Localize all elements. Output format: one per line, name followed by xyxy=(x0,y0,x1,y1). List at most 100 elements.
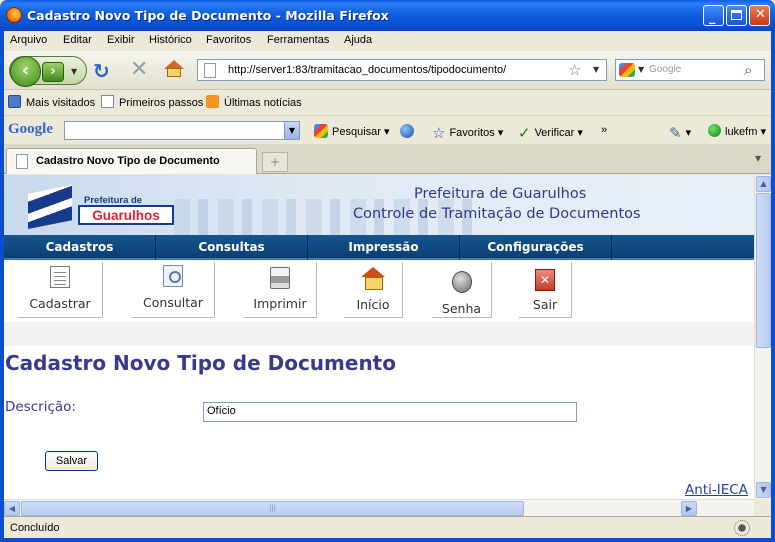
scroll-right-icon[interactable]: ▶ xyxy=(681,501,697,516)
google-more-button[interactable]: » xyxy=(601,124,607,136)
google-globe-button[interactable] xyxy=(400,124,418,138)
user-menu[interactable]: lukefm ▾ xyxy=(708,124,766,138)
page-icon xyxy=(204,63,216,78)
url-dropdown-icon[interactable]: ▼ xyxy=(593,65,599,74)
bookmark-star-icon[interactable]: ☆ xyxy=(568,61,581,79)
menu-historico[interactable]: Histórico xyxy=(149,34,192,46)
bookmarks-toolbar: Mais visitados Primeiros passos Últimas … xyxy=(4,91,771,114)
google-search-button[interactable]: Pesquisar ▾ xyxy=(314,124,390,138)
anti-ieca-link[interactable]: Anti-IECA xyxy=(685,482,748,498)
minimize-icon: _ xyxy=(709,10,716,25)
scroll-up-icon[interactable]: ▲ xyxy=(756,176,771,192)
menu-exibir[interactable]: Exibir xyxy=(107,34,135,46)
wrench-icon: ✎ xyxy=(669,125,682,142)
page-icon xyxy=(16,154,28,169)
tab-title: Cadastro Novo Tipo de Documento xyxy=(36,155,220,167)
vertical-scroll-thumb[interactable] xyxy=(756,193,771,348)
vertical-scrollbar[interactable]: ▲ ▼ xyxy=(754,175,771,499)
firebug-icon[interactable] xyxy=(734,520,750,536)
minimize-button[interactable]: _ xyxy=(703,5,724,26)
bookmark-primeiros-passos[interactable]: Primeiros passos xyxy=(101,95,203,109)
menu-ferramentas[interactable]: Ferramentas xyxy=(267,34,329,46)
bookmark-ultimas-noticias[interactable]: Últimas notícias xyxy=(206,95,302,109)
menu-editar[interactable]: Editar xyxy=(63,34,92,46)
stop-icon[interactable]: ✕ xyxy=(130,57,148,82)
prefeitura-logo: Prefeitura de Guarulhos xyxy=(28,185,176,231)
search-icon xyxy=(163,265,183,287)
google-logo: Google xyxy=(8,121,53,137)
app-menu-impressao[interactable]: Impressão xyxy=(308,235,460,260)
app-menu-configuracoes[interactable]: Configurações xyxy=(460,235,612,260)
forward-button[interactable]: › xyxy=(42,62,64,82)
google-favorites-button[interactable]: ☆ Favoritos ▾ xyxy=(432,124,503,142)
user-status-icon xyxy=(708,124,721,137)
app-menu-cadastros[interactable]: Cadastros xyxy=(4,235,156,260)
site-banner: Prefeitura de Guarulhos Prefeitura de Gu… xyxy=(4,175,754,235)
history-dropdown-icon[interactable]: ▼ xyxy=(71,67,77,76)
lock-icon xyxy=(451,271,472,293)
consultar-button[interactable]: Consultar xyxy=(132,262,215,318)
tab-cadastro[interactable]: Cadastro Novo Tipo de Documento xyxy=(6,148,257,174)
cadastrar-button[interactable]: Cadastrar xyxy=(18,262,103,318)
horizontal-scroll-thumb[interactable]: ||| xyxy=(21,501,524,516)
maximize-button[interactable] xyxy=(726,5,747,26)
app-menu-consultas[interactable]: Consultas xyxy=(156,235,308,260)
close-button[interactable]: ✕ xyxy=(749,5,770,26)
address-url[interactable]: http://server1:83/tramitacao_documentos/… xyxy=(228,64,506,76)
star-icon: ☆ xyxy=(432,125,446,142)
printer-icon xyxy=(270,267,290,289)
bookmark-mais-visitados[interactable]: Mais visitados xyxy=(8,95,95,109)
spellcheck-icon: ✓ xyxy=(518,125,531,142)
search-box[interactable]: ▼ Google ⌕ xyxy=(615,59,765,81)
tab-strip: Cadastro Novo Tipo de Documento + ▼ xyxy=(4,144,771,174)
sair-button[interactable]: ✕ Sair xyxy=(519,262,572,318)
scroll-down-icon[interactable]: ▼ xyxy=(756,482,771,498)
menu-ajuda[interactable]: Ajuda xyxy=(344,34,372,46)
menu-favoritos[interactable]: Favoritos xyxy=(206,34,251,46)
back-button[interactable]: ‹ xyxy=(10,56,41,87)
search-placeholder: Google xyxy=(649,64,682,75)
window-frame-bottom xyxy=(0,538,775,542)
home-icon[interactable] xyxy=(164,60,184,78)
address-bar[interactable]: http://server1:83/tramitacao_documentos/… xyxy=(197,59,607,81)
google-search-input[interactable]: ▼ xyxy=(64,121,300,140)
scroll-left-icon[interactable]: ◀ xyxy=(4,501,20,516)
page-icon xyxy=(101,95,114,108)
close-icon: ✕ xyxy=(755,7,766,22)
new-tab-button[interactable]: + xyxy=(262,152,288,172)
search-icon[interactable]: ⌕ xyxy=(744,61,752,79)
wrench-button[interactable]: ✎ ▾ xyxy=(669,124,691,142)
google-spellcheck-button[interactable]: ✓ Verificar ▾ xyxy=(518,124,583,142)
google-toolbar: Google ▼ Pesquisar ▾ ☆ Favoritos ▾ ✓ Verif… xyxy=(4,115,771,143)
inicio-button[interactable]: Início xyxy=(344,262,403,318)
exit-icon: ✕ xyxy=(535,269,555,291)
tab-list-dropdown-icon[interactable]: ▼ xyxy=(755,154,761,163)
engine-dropdown-icon[interactable]: ▼ xyxy=(638,65,644,74)
imprimir-button[interactable]: Imprimir xyxy=(244,262,317,318)
menu-arquivo[interactable]: Arquivo xyxy=(10,34,47,46)
document-icon xyxy=(50,266,70,288)
google-engine-icon[interactable] xyxy=(619,63,635,77)
action-icon-row: Cadastrar Consultar Imprimir Início Senh… xyxy=(4,262,754,322)
app-menu: Cadastros Consultas Impressão Configuraç… xyxy=(4,235,754,260)
scrollbar-corner xyxy=(754,499,771,516)
header-org: Prefeitura de Guarulhos xyxy=(414,186,587,202)
reload-icon[interactable]: ↻ xyxy=(93,59,110,83)
status-bar: Concluído xyxy=(4,516,771,538)
home-icon xyxy=(361,267,385,290)
status-text: Concluído xyxy=(10,522,60,534)
navigation-toolbar: ‹ › ▼ ↻ ✕ http://server1:83/tramitacao_d… xyxy=(4,51,771,90)
most-visited-icon xyxy=(8,95,21,108)
description-input[interactable]: Ofício xyxy=(203,402,577,422)
globe-icon xyxy=(400,124,414,138)
chevron-down-icon[interactable]: ▼ xyxy=(284,122,299,139)
google-icon xyxy=(314,124,328,138)
window-frame-right xyxy=(771,31,775,542)
rss-icon xyxy=(206,95,219,108)
window-title: Cadastro Novo Tipo de Documento - Mozill… xyxy=(27,8,389,23)
senha-button[interactable]: Senha xyxy=(432,262,492,318)
save-button[interactable]: Salvar xyxy=(45,451,98,471)
page-content: Prefeitura de Guarulhos Prefeitura de Gu… xyxy=(4,175,754,499)
window-title-bar: Cadastro Novo Tipo de Documento - Mozill… xyxy=(0,0,775,31)
horizontal-scrollbar[interactable]: ◀ ||| ▶ xyxy=(4,499,754,516)
